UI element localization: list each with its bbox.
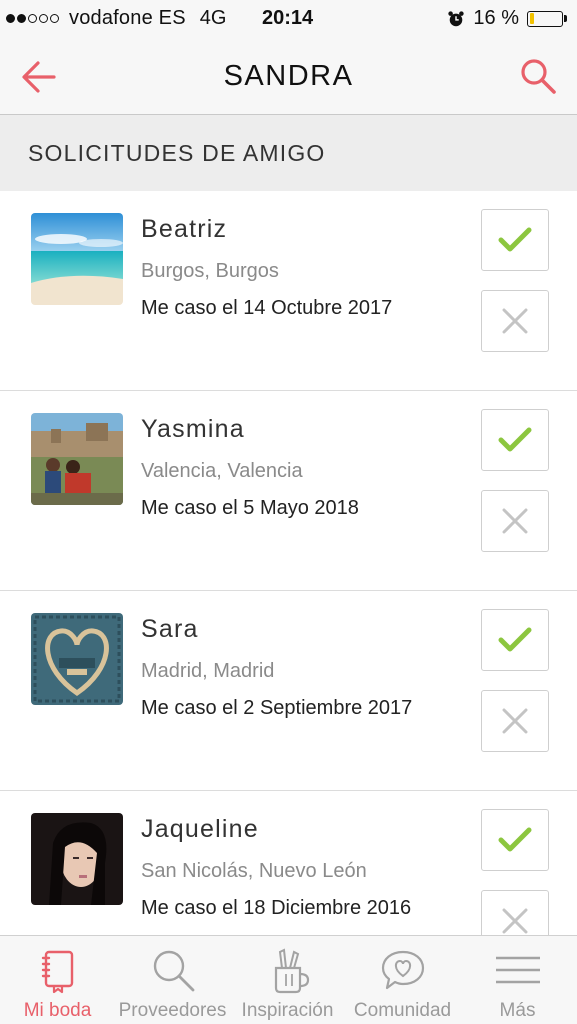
avatar[interactable] [31,413,123,505]
check-icon [498,227,532,252]
navigation-header: SANDRA [0,38,577,115]
wedding-date: Me caso el 18 Diciembre 2016 [141,897,412,919]
user-name[interactable]: Yasmina [141,415,245,444]
accept-button[interactable] [481,209,549,271]
tab-label: Más [499,1000,536,1021]
user-location: San Nicolás, Nuevo León [141,860,367,882]
section-title: SOLICITUDES DE AMIGO [28,140,326,166]
tab-mi-boda[interactable]: Mi boda [0,936,115,1024]
friend-request-row: Yasmina Valencia, Valencia Me caso el 5 … [0,391,577,591]
user-location: Valencia, Valencia [141,460,303,482]
tab-comunidad[interactable]: Comunidad [345,936,460,1024]
alarm-icon [448,10,465,26]
check-icon [498,627,532,652]
user-name[interactable]: Jaqueline [141,815,259,844]
reject-button[interactable] [481,490,549,552]
friend-request-list: Beatriz Burgos, Burgos Me caso el 14 Oct… [0,191,577,935]
accept-button[interactable] [481,609,549,671]
search-icon [153,950,194,992]
battery-icon [527,10,567,27]
tab-proveedores[interactable]: Proveedores [115,936,230,1024]
user-name[interactable]: Beatriz [141,215,227,244]
user-location: Burgos, Burgos [141,260,279,282]
reject-button[interactable] [481,890,549,935]
reject-button[interactable] [481,290,549,352]
reject-button[interactable] [481,690,549,752]
friend-request-row: Sara Madrid, Madrid Me caso el 2 Septiem… [0,591,577,791]
avatar[interactable] [31,813,123,905]
clock: 20:14 [262,7,314,29]
tab-mas[interactable]: Más [460,936,575,1024]
avatar[interactable] [31,613,123,705]
status-bar: vodafone ES 4G 20:14 16 % [0,0,577,38]
user-name[interactable]: Sara [141,615,199,644]
section-header: SOLICITUDES DE AMIGO [0,115,577,191]
close-icon [502,508,528,534]
check-icon [498,427,532,452]
close-icon [502,308,528,334]
accept-button[interactable] [481,809,549,871]
friend-request-row: Jaqueline San Nicolás, Nuevo León Me cas… [0,791,577,935]
notebook-icon [41,950,73,994]
signal-strength-icon [6,14,59,23]
pencil-cup-icon [274,948,309,994]
menu-icon [495,956,540,984]
tab-inspiracion[interactable]: Inspiración [230,936,345,1024]
search-icon [521,59,556,94]
avatar[interactable] [31,213,123,305]
friend-request-row: Beatriz Burgos, Burgos Me caso el 14 Oct… [0,191,577,391]
tab-bar: Mi boda Proveedores Inspiración Comunida… [0,935,577,1024]
check-icon [498,827,532,852]
close-icon [502,708,528,734]
search-button[interactable] [517,55,559,97]
accept-button[interactable] [481,409,549,471]
wedding-date: Me caso el 2 Septiembre 2017 [141,697,413,719]
page-title: SANDRA [223,60,354,92]
battery-percentage: 16 % [473,7,519,29]
network-type: 4G [199,7,227,29]
close-icon [502,908,528,934]
heart-chat-icon [381,950,424,990]
carrier-name: vodafone ES [69,7,186,29]
user-location: Madrid, Madrid [141,660,275,682]
wedding-date: Me caso el 14 Octubre 2017 [141,297,393,319]
wedding-date: Me caso el 5 Mayo 2018 [141,497,359,519]
